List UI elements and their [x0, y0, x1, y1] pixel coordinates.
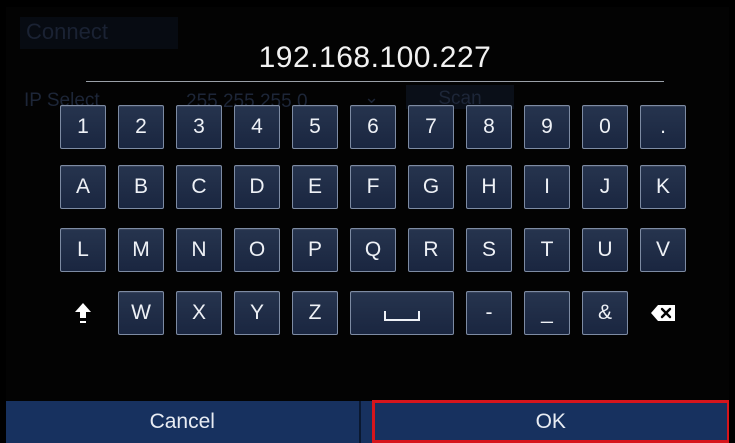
key-u[interactable]: U — [582, 228, 628, 272]
backspace-key[interactable] — [640, 291, 686, 335]
key-6[interactable]: 6 — [350, 105, 396, 149]
key-underscore[interactable]: _ — [524, 291, 570, 335]
key-m[interactable]: M — [118, 228, 164, 272]
key-period[interactable]: . — [640, 105, 686, 149]
key-z[interactable]: Z — [292, 291, 338, 335]
key-w[interactable]: W — [118, 291, 164, 335]
keyboard-row-digits: 1234567890. — [60, 105, 698, 149]
key-b[interactable]: B — [118, 165, 164, 209]
key-e[interactable]: E — [292, 165, 338, 209]
key-hyphen[interactable]: - — [466, 291, 512, 335]
space-key[interactable] — [350, 291, 454, 335]
keyboard-row-bottom: WXYZ - _ & — [60, 291, 698, 335]
key-r[interactable]: R — [408, 228, 454, 272]
key-q[interactable]: Q — [350, 228, 396, 272]
key-l[interactable]: L — [60, 228, 106, 272]
bottom-bar-divider — [358, 401, 361, 443]
key-a[interactable]: A — [60, 165, 106, 209]
screen: Connect IP Select 255.255.255.0 ⌄ Scan 1… — [6, 7, 729, 443]
key-f[interactable]: F — [350, 165, 396, 209]
key-y[interactable]: Y — [234, 291, 280, 335]
keyboard-row-bottom-symbols: - _ & — [466, 291, 640, 335]
shift-up-arrow-icon — [75, 303, 91, 323]
key-d[interactable]: D — [234, 165, 280, 209]
key-7[interactable]: 7 — [408, 105, 454, 149]
key-t[interactable]: T — [524, 228, 570, 272]
keyboard-row-bottom-letters: WXYZ — [118, 291, 350, 335]
keyboard-row-a-k: ABCDEFGHIJK — [60, 165, 698, 209]
key-g[interactable]: G — [408, 165, 454, 209]
space-bar-icon — [384, 311, 420, 321]
key-9[interactable]: 9 — [524, 105, 570, 149]
ip-address-input[interactable]: 192.168.100.227 — [86, 35, 664, 82]
key-v[interactable]: V — [640, 228, 686, 272]
key-p[interactable]: P — [292, 228, 338, 272]
ok-button[interactable]: OK — [371, 400, 729, 443]
key-ampersand[interactable]: & — [582, 291, 628, 335]
shift-key[interactable] — [60, 291, 106, 335]
key-j[interactable]: J — [582, 165, 628, 209]
key-4[interactable]: 4 — [234, 105, 280, 149]
key-i[interactable]: I — [524, 165, 570, 209]
key-k[interactable]: K — [640, 165, 686, 209]
key-0[interactable]: 0 — [582, 105, 628, 149]
bottom-action-bar: Cancel OK — [6, 400, 729, 443]
backspace-icon — [651, 305, 675, 321]
key-h[interactable]: H — [466, 165, 512, 209]
key-o[interactable]: O — [234, 228, 280, 272]
key-c[interactable]: C — [176, 165, 222, 209]
keyboard-row-l-v: LMNOPQRSTUV — [60, 228, 698, 272]
key-s[interactable]: S — [466, 228, 512, 272]
key-2[interactable]: 2 — [118, 105, 164, 149]
key-8[interactable]: 8 — [466, 105, 512, 149]
key-1[interactable]: 1 — [60, 105, 106, 149]
cancel-button[interactable]: Cancel — [6, 401, 359, 443]
key-n[interactable]: N — [176, 228, 222, 272]
key-x[interactable]: X — [176, 291, 222, 335]
key-5[interactable]: 5 — [292, 105, 338, 149]
key-3[interactable]: 3 — [176, 105, 222, 149]
